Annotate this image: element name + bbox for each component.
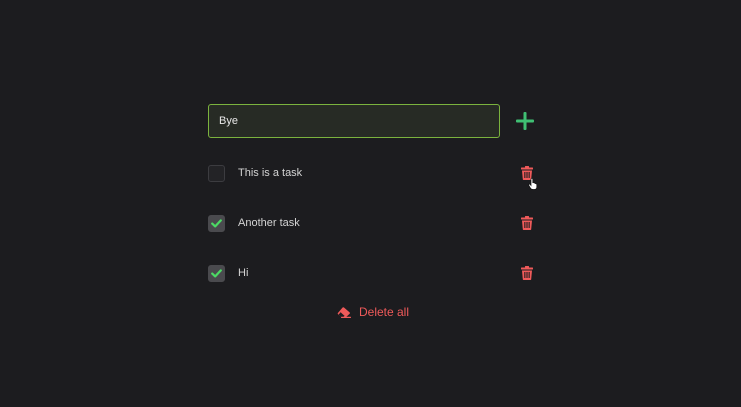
todo-app: This is a task Anot [208,104,538,322]
delete-all-label: Delete all [358,305,410,319]
task-label: Hi [238,267,249,279]
add-task-button[interactable] [513,109,537,133]
task-checkbox[interactable] [208,214,225,232]
plus-icon [516,112,534,130]
task-label: This is a task [238,167,303,179]
task-label: Another task [238,217,300,229]
task-item: Hi [208,248,538,298]
hand-cursor-icon [528,178,538,190]
delete-task-button[interactable] [520,265,534,281]
trash-icon [521,266,533,280]
task-input[interactable] [208,104,500,138]
task-item: This is a task [208,148,538,198]
delete-task-button[interactable] [520,215,534,231]
eraser-icon [337,306,351,318]
checkmark-icon [211,218,222,227]
trash-icon [521,216,533,230]
task-list: This is a task Another task Hi [208,148,538,298]
task-checkbox[interactable] [208,164,225,182]
checkmark-icon [211,268,222,277]
task-item: Another task [208,198,538,248]
delete-all-button[interactable]: Delete all [208,302,538,322]
task-input-row [208,104,538,138]
task-checkbox[interactable] [208,264,225,282]
